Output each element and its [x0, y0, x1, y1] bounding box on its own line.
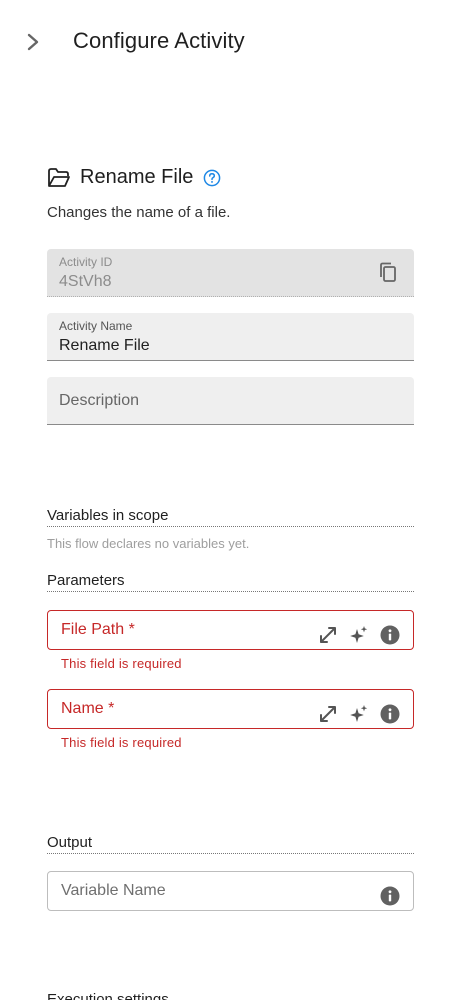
info-icon[interactable]: [379, 703, 401, 725]
info-icon[interactable]: [379, 624, 401, 646]
name-actions: [317, 703, 401, 725]
header: Configure Activity: [0, 0, 470, 84]
activity-name-value[interactable]: Rename File: [59, 337, 150, 355]
activity-id-field: Activity ID 4StVh8: [47, 249, 414, 297]
info-icon[interactable]: [379, 885, 401, 907]
name-label: Name *: [61, 700, 115, 717]
activity-name-field[interactable]: Activity Name Rename File: [47, 313, 414, 361]
file-path-field[interactable]: File Path *: [47, 610, 414, 650]
sparkle-icon[interactable]: [348, 624, 370, 646]
copy-icon[interactable]: [378, 262, 398, 284]
page-title: Configure Activity: [73, 28, 245, 53]
activity-title: Rename File: [80, 166, 194, 188]
file-path-label: File Path *: [61, 621, 135, 638]
expand-icon[interactable]: [317, 703, 339, 725]
file-path-actions: [317, 624, 401, 646]
name-error: This field is required: [61, 735, 182, 750]
activity-id-value: 4StVh8: [59, 273, 112, 290]
activity-header: Rename File: [47, 164, 427, 192]
variable-name-label: Variable Name: [61, 882, 166, 899]
description-placeholder: Description: [59, 392, 140, 409]
execution-section-title: Execution settings: [47, 991, 169, 1000]
help-circle-icon[interactable]: [203, 169, 221, 187]
folder-open-icon: [48, 168, 70, 187]
chevron-right-icon[interactable]: [22, 30, 44, 54]
variable-name-field[interactable]: Variable Name: [47, 871, 414, 911]
parameters-section-title: Parameters: [47, 572, 414, 592]
sparkle-icon[interactable]: [348, 703, 370, 725]
expand-icon[interactable]: [317, 624, 339, 646]
activity-description: Changes the name of a file.: [47, 204, 231, 221]
activity-id-label: Activity ID: [59, 255, 113, 269]
variable-name-actions: [379, 885, 401, 907]
name-field[interactable]: Name *: [47, 689, 414, 729]
description-field[interactable]: Description: [47, 377, 414, 425]
file-path-error: This field is required: [61, 656, 182, 671]
output-section-title: Output: [47, 834, 414, 854]
activity-name-label: Activity Name: [59, 319, 133, 333]
variables-section-title: Variables in scope: [47, 507, 414, 527]
variables-empty-text: This flow declares no variables yet.: [47, 536, 250, 551]
